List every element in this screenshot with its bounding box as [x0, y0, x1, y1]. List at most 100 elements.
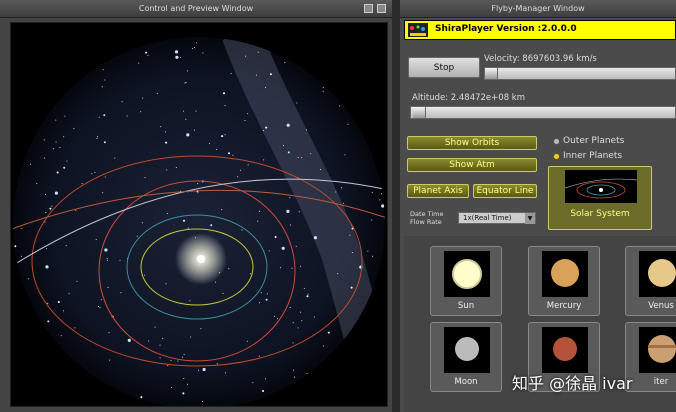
star	[350, 286, 353, 289]
planet-card-venus[interactable]: Venus	[625, 246, 676, 316]
mars-thumbnail	[542, 327, 588, 373]
show-orbits-button[interactable]: Show Orbits	[407, 136, 537, 150]
star	[313, 236, 317, 240]
star	[184, 82, 186, 84]
flow-rate-select[interactable]: 1x(Real Time) ▼	[458, 212, 536, 224]
star	[244, 120, 246, 121]
star	[170, 359, 172, 361]
star	[342, 202, 344, 204]
star	[327, 331, 330, 334]
planet-card-mercury[interactable]: Mercury	[528, 246, 600, 316]
star	[31, 120, 33, 122]
planet-card-sun[interactable]: Sun	[430, 246, 502, 316]
close-icon[interactable]	[377, 4, 386, 13]
inner-planets-radio[interactable]	[553, 153, 560, 160]
star	[177, 360, 179, 362]
star	[351, 329, 353, 331]
star	[19, 146, 21, 148]
velocity-slider[interactable]	[484, 67, 676, 80]
star	[187, 227, 189, 229]
star	[45, 265, 49, 269]
planet-card-moon[interactable]: Moon	[430, 322, 502, 392]
star	[12, 260, 13, 261]
show-atm-button[interactable]: Show Atm	[407, 158, 537, 172]
altitude-label: Altitude: 2.48472e+08 km	[412, 93, 526, 103]
star	[223, 92, 225, 95]
star	[17, 92, 19, 94]
star	[202, 27, 203, 28]
outer-planets-label[interactable]: Outer Planets	[563, 136, 624, 146]
minimize-icon[interactable]	[364, 4, 373, 13]
star	[263, 44, 266, 47]
solar-system-card[interactable]: Solar System	[548, 166, 652, 230]
star	[300, 265, 301, 267]
star	[289, 224, 291, 226]
outer-planets-radio[interactable]	[553, 138, 560, 145]
star	[306, 129, 307, 131]
star	[156, 92, 158, 94]
star	[374, 364, 376, 366]
right-titlebar: Flyby-Manager Window	[400, 0, 676, 18]
star	[190, 336, 192, 338]
star	[301, 157, 303, 159]
star	[351, 252, 353, 253]
star	[300, 311, 302, 313]
star	[216, 363, 218, 365]
star	[145, 51, 148, 54]
star	[303, 287, 305, 289]
star	[107, 287, 109, 288]
star	[40, 377, 42, 379]
equator-line-button[interactable]: Equator Line	[473, 184, 537, 198]
star	[30, 163, 31, 165]
star	[202, 367, 206, 372]
fisheye-sky	[12, 27, 385, 406]
star	[366, 329, 368, 331]
star	[198, 369, 200, 371]
altitude-slider-knob[interactable]	[413, 107, 426, 118]
star	[265, 87, 266, 89]
chevron-down-icon[interactable]: ▼	[525, 213, 535, 224]
star	[306, 402, 308, 404]
star	[104, 248, 108, 252]
star	[339, 105, 341, 107]
star	[98, 116, 100, 118]
star	[202, 400, 203, 402]
star	[280, 267, 282, 269]
star	[174, 50, 179, 54]
star	[187, 383, 189, 385]
star	[154, 326, 156, 328]
planet-card-jupiter[interactable]: iter	[625, 322, 676, 392]
star	[55, 141, 57, 143]
star	[57, 67, 58, 69]
star	[272, 30, 274, 32]
star	[143, 274, 145, 276]
star	[372, 255, 374, 257]
stop-button[interactable]: Stop	[408, 57, 480, 78]
star	[103, 114, 106, 117]
star	[361, 347, 364, 350]
right-window-title: Flyby-Manager Window	[491, 4, 585, 13]
star	[313, 316, 315, 318]
star	[102, 192, 104, 194]
star	[21, 255, 22, 257]
star	[258, 355, 260, 357]
inner-planets-label[interactable]: Inner Planets	[563, 151, 622, 161]
star	[42, 103, 44, 105]
star	[294, 376, 295, 378]
star	[63, 136, 65, 138]
altitude-slider[interactable]	[410, 106, 676, 119]
star	[165, 141, 168, 144]
star	[185, 118, 187, 120]
star	[224, 134, 226, 136]
sky-preview[interactable]	[10, 22, 388, 407]
star	[192, 47, 194, 49]
star	[354, 67, 356, 69]
star	[375, 53, 378, 56]
star	[224, 105, 226, 106]
star	[381, 193, 383, 195]
velocity-slider-knob[interactable]	[485, 68, 498, 79]
star	[276, 318, 278, 320]
planet-axis-button[interactable]: Planet Axis	[407, 184, 469, 198]
star	[144, 177, 146, 179]
star	[148, 340, 150, 342]
